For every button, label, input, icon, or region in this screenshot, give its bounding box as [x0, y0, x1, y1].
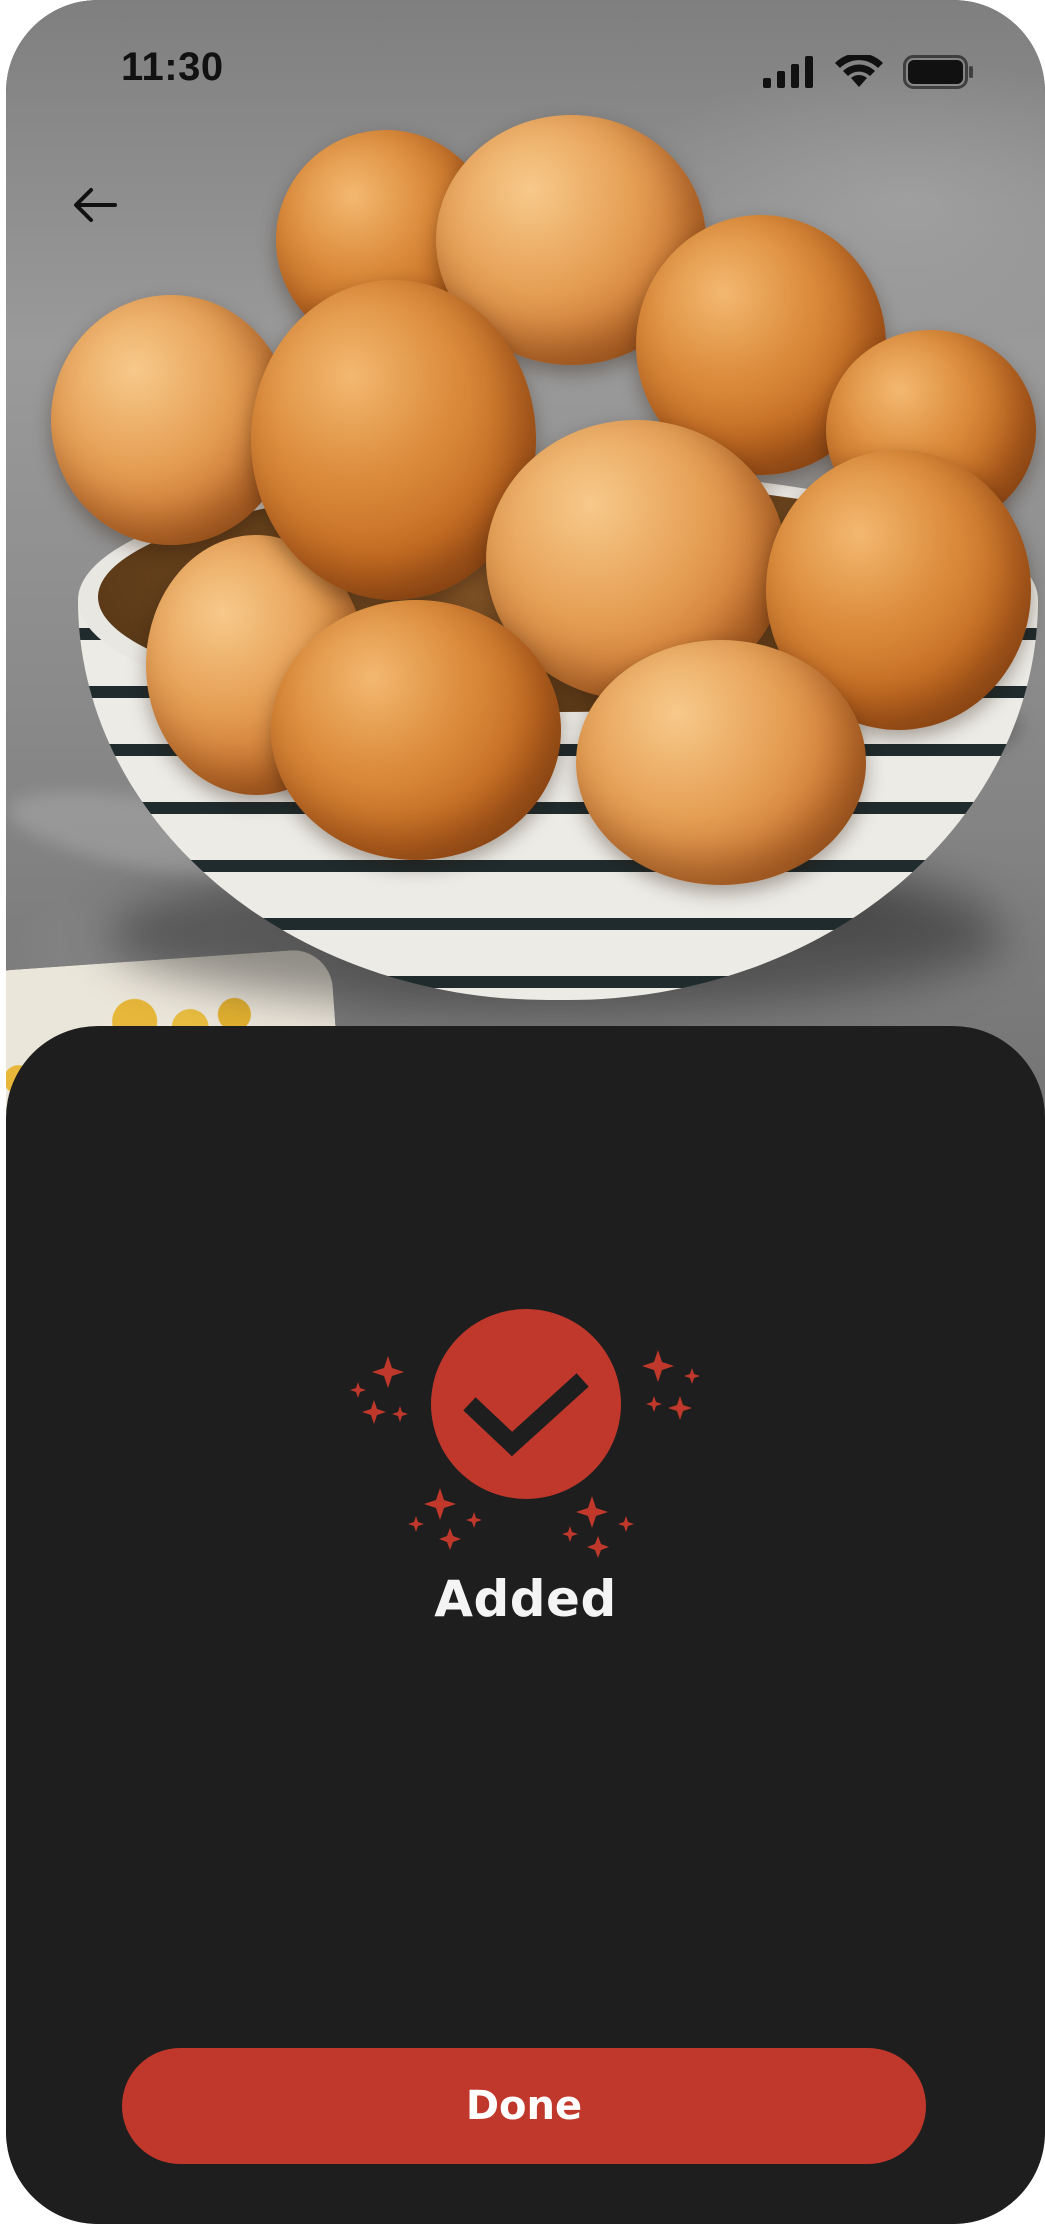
arrow-left-icon	[74, 188, 117, 222]
check-circle-icon	[431, 1309, 621, 1499]
cellular-signal-icon	[763, 56, 813, 88]
phone-screen: 11:30 Added Done	[6, 0, 1045, 2224]
sparkle-icon	[408, 1488, 482, 1550]
added-confirmation-label: Added	[434, 1570, 617, 1628]
status-time: 11:30	[121, 45, 224, 89]
wifi-icon	[835, 55, 883, 87]
back-button[interactable]	[60, 170, 130, 240]
puff-puff	[576, 640, 866, 885]
sparkle-icon	[562, 1496, 634, 1558]
status-icons	[763, 55, 975, 89]
food-hero-image	[6, 0, 1045, 1160]
battery-icon	[903, 55, 973, 89]
success-graphic	[350, 1309, 700, 1558]
sparkle-icon	[350, 1356, 408, 1424]
puff-puff	[271, 600, 561, 860]
sparkle-icon	[642, 1350, 700, 1420]
done-button[interactable]: Done	[122, 2048, 926, 2164]
